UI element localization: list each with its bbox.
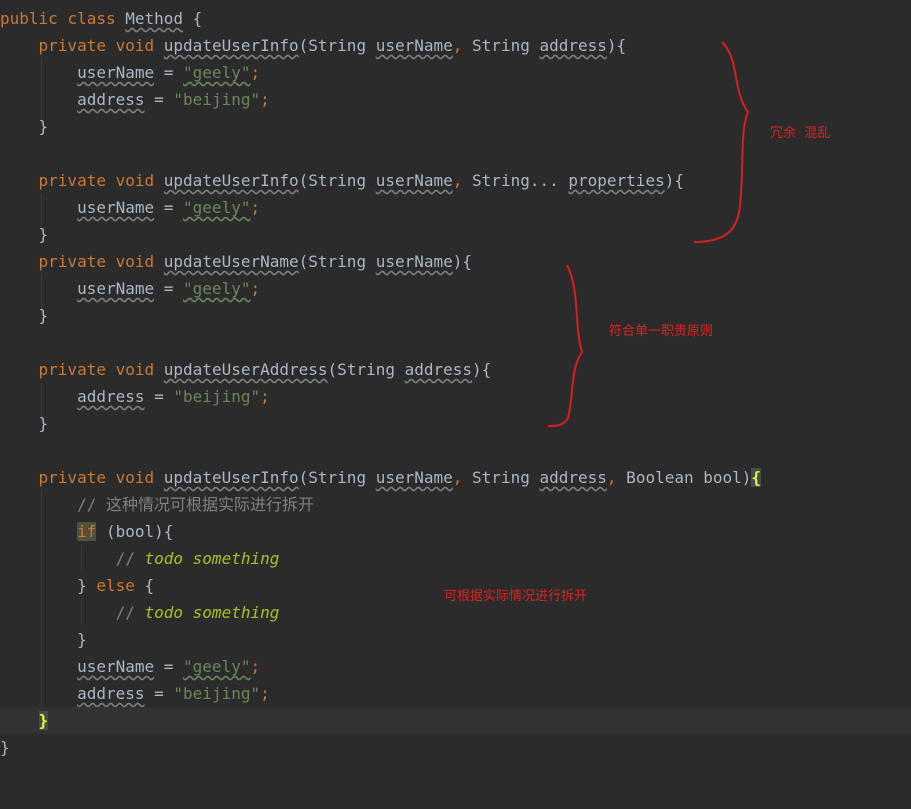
annotation-single-responsibility: 符合单一职责原则 [609,324,714,339]
annotation-split: 可根据实际情况进行拆开 [444,589,588,604]
curly-brace-mark [547,264,584,427]
annotation-redundant: 冗余 混乱 [770,126,831,141]
curly-brace-mark [693,41,750,243]
